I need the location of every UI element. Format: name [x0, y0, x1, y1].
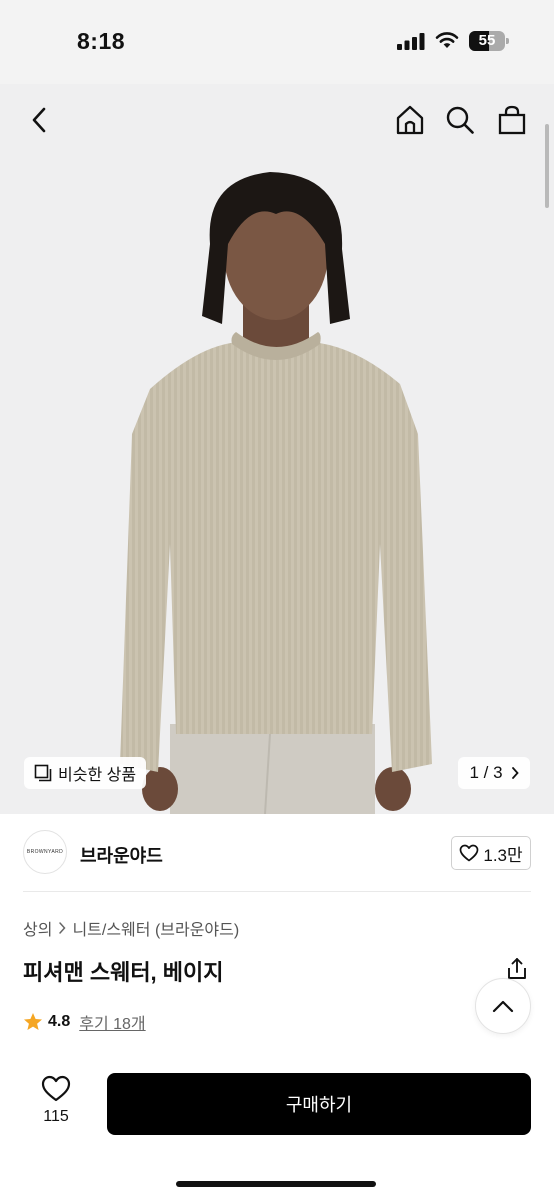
breadcrumb-category[interactable]: 상의 [23, 916, 52, 940]
brand-logo-text: BROWNYARD [26, 849, 64, 855]
brand-logo[interactable]: BROWNYARD [23, 830, 67, 874]
chevron-right-icon [59, 922, 66, 934]
back-arrow-icon [32, 107, 46, 133]
chevron-right-icon [511, 767, 519, 779]
similar-products-label: 비슷한 상품 [58, 767, 137, 784]
scrollbar[interactable] [545, 124, 549, 208]
rating-row: 4.8 후기 18개 [23, 1010, 146, 1034]
scroll-to-top-button[interactable] [475, 978, 531, 1034]
wifi-icon [435, 32, 459, 48]
search-icon [446, 106, 474, 134]
heart-icon [460, 844, 479, 862]
search-button[interactable] [440, 100, 480, 140]
home-indicator[interactable] [176, 1181, 376, 1187]
home-icon [396, 105, 424, 135]
product-title: 피셔맨 스웨터, 베이지 [23, 960, 224, 985]
image-pager[interactable]: 1 / 3 [458, 757, 530, 789]
cart-button[interactable] [492, 100, 532, 140]
heart-icon [41, 1075, 71, 1102]
reviews-link[interactable]: 후기 18개 [79, 1010, 145, 1034]
brand-like-button[interactable]: 1.3만 [451, 836, 531, 870]
divider [23, 891, 531, 892]
breadcrumb: 상의 니트/스웨터 (브라운야드) [23, 916, 239, 940]
battery-level: 55 [478, 32, 496, 49]
buy-button[interactable]: 구매하기 [107, 1073, 531, 1135]
back-button[interactable] [20, 100, 60, 140]
model-photo [120, 172, 432, 814]
brand-name[interactable]: 브라운야드 [80, 842, 163, 868]
cellular-signal-icon [397, 33, 425, 50]
chevron-up-icon [492, 1000, 514, 1013]
status-bar: 8:18 55 [0, 0, 554, 84]
rating-score: 4.8 [48, 1013, 71, 1030]
product-like-count: 115 [43, 1108, 69, 1125]
breadcrumb-subcategory[interactable]: 니트/스웨터 (브라운야드) [72, 916, 239, 940]
shopping-bag-icon [498, 105, 526, 135]
page-indicator: 1 / 3 [469, 763, 503, 782]
share-button[interactable] [505, 957, 529, 981]
similar-items-icon [34, 764, 52, 782]
similar-products-button[interactable]: 비슷한 상품 [24, 757, 147, 789]
share-icon [508, 958, 526, 979]
home-button[interactable] [390, 100, 430, 140]
brand-like-count: 1.3만 [483, 845, 523, 865]
status-time: 8:18 [77, 28, 126, 54]
brand-row[interactable]: BROWNYARD 브라운야드 1.3만 [0, 814, 554, 892]
battery-icon: 55 [469, 31, 509, 51]
product-image[interactable] [0, 84, 554, 814]
star-icon [24, 1013, 42, 1030]
product-like-button[interactable]: 115 [30, 1075, 82, 1135]
